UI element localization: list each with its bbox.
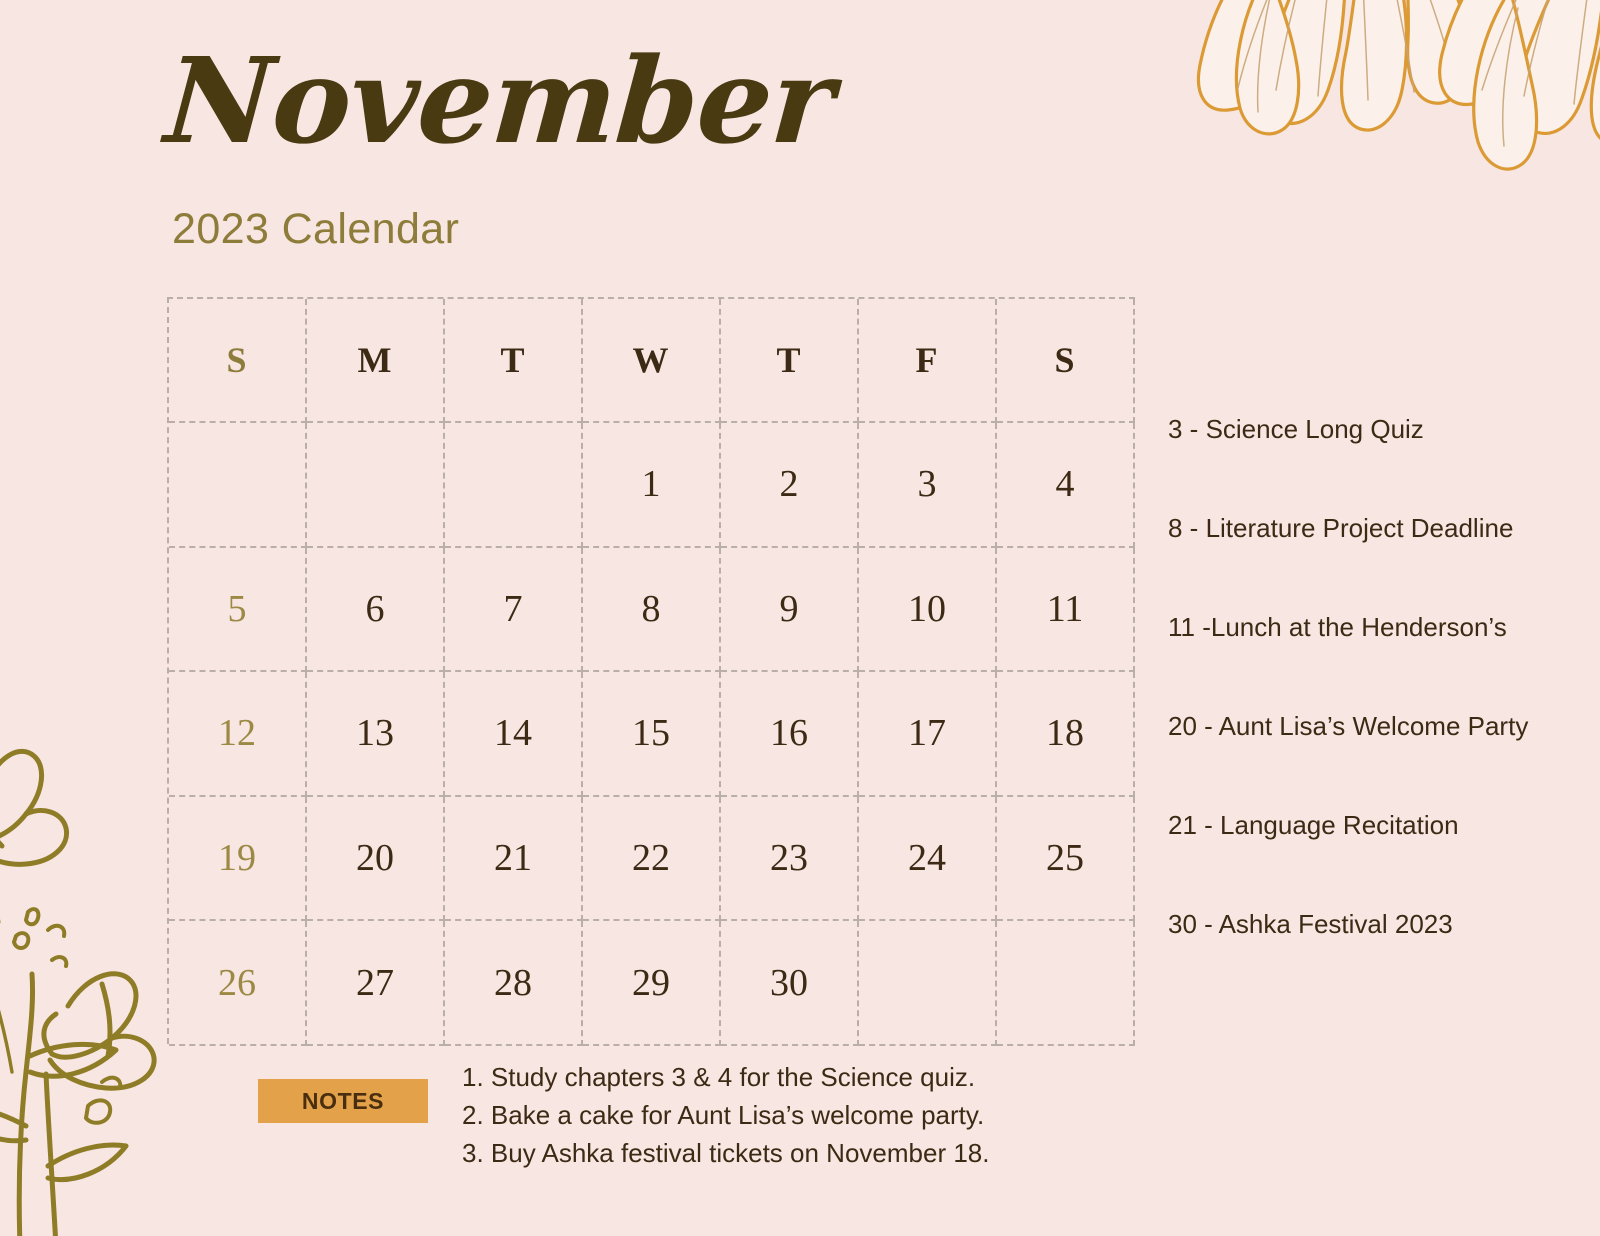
calendar-day-cell[interactable]: 16 xyxy=(721,672,859,797)
day-number: 14 xyxy=(494,712,532,755)
calendar-day-cell[interactable]: 25 xyxy=(997,796,1135,922)
weekday-label: T xyxy=(500,340,526,380)
calendar-day-cell[interactable]: 3 xyxy=(859,423,997,548)
day-number: 20 xyxy=(356,837,394,880)
note-item: 3. Buy Ashka festival tickets on Novembe… xyxy=(462,1138,990,1168)
calendar-empty-cell xyxy=(307,423,445,548)
calendar-day-cell[interactable]: 5 xyxy=(169,547,307,673)
day-number: 22 xyxy=(632,837,670,880)
weekday-label: S xyxy=(1054,340,1076,380)
day-number: 7 xyxy=(503,587,523,630)
weekday-header-cell: T xyxy=(721,299,859,423)
notes-list: 1. Study chapters 3 & 4 for the Science … xyxy=(462,1058,1082,1172)
calendar-day-cell[interactable]: 30 xyxy=(721,921,859,1046)
calendar-empty-cell xyxy=(859,921,997,1046)
event-item: 20 - Aunt Lisa’s Welcome Party xyxy=(1168,711,1529,741)
weekday-header-cell: S xyxy=(169,299,307,423)
event-item: 8 - Literature Project Deadline xyxy=(1168,513,1514,543)
calendar-day-cell[interactable]: 20 xyxy=(307,796,445,922)
calendar-day-cell[interactable]: 12 xyxy=(169,672,307,797)
calendar-day-cell[interactable]: 18 xyxy=(997,672,1135,797)
weekday-label: T xyxy=(776,340,802,380)
weekday-label: M xyxy=(357,340,393,380)
calendar-day-cell[interactable]: 15 xyxy=(583,672,721,797)
events-list: 3 - Science Long Quiz 8 - Literature Proj… xyxy=(1168,412,1588,1006)
weekday-header-cell: W xyxy=(583,299,721,423)
calendar-empty-cell xyxy=(445,423,583,548)
event-item: 11 -Lunch at the Henderson’s xyxy=(1168,612,1507,642)
weekday-header-cell: T xyxy=(445,299,583,423)
calendar-day-cell[interactable]: 28 xyxy=(445,921,583,1046)
day-number: 9 xyxy=(779,587,799,630)
day-number: 23 xyxy=(770,837,808,880)
day-number: 2 xyxy=(779,463,799,506)
weekday-label: S xyxy=(226,340,248,380)
calendar-day-cell[interactable]: 29 xyxy=(583,921,721,1046)
notes-badge: NOTES xyxy=(258,1079,428,1123)
floral-decoration-top-right xyxy=(1196,0,1600,171)
calendar-day-cell[interactable]: 24 xyxy=(859,796,997,922)
day-number: 17 xyxy=(908,712,946,755)
calendar-day-cell[interactable]: 4 xyxy=(997,423,1135,548)
note-item: 2. Bake a cake for Aunt Lisa’s welcome p… xyxy=(462,1100,985,1130)
event-item: 30 - Ashka Festival 2023 xyxy=(1168,909,1453,939)
calendar-day-cell[interactable]: 21 xyxy=(445,796,583,922)
day-number: 18 xyxy=(1046,712,1084,755)
page-title: November xyxy=(161,31,838,170)
day-number: 13 xyxy=(356,712,394,755)
calendar-day-cell[interactable]: 9 xyxy=(721,547,859,673)
day-number: 26 xyxy=(218,961,256,1004)
weekday-label: W xyxy=(632,340,670,380)
calendar-day-cell[interactable]: 17 xyxy=(859,672,997,797)
calendar-day-cell[interactable]: 2 xyxy=(721,423,859,548)
event-item: 21 - Language Recitation xyxy=(1168,810,1459,840)
day-number: 16 xyxy=(770,712,808,755)
day-number: 19 xyxy=(218,837,256,880)
calendar-day-cell[interactable]: 7 xyxy=(445,547,583,673)
day-number: 4 xyxy=(1055,463,1075,506)
calendar-day-cell[interactable]: 11 xyxy=(997,547,1135,673)
day-number: 6 xyxy=(365,587,385,630)
calendar-empty-cell xyxy=(169,423,307,548)
day-number: 3 xyxy=(917,463,937,506)
day-number: 30 xyxy=(770,961,808,1004)
page-subtitle: 2023 Calendar xyxy=(172,205,460,253)
calendar-day-cell[interactable]: 23 xyxy=(721,796,859,922)
day-number: 29 xyxy=(632,961,670,1004)
day-number: 28 xyxy=(494,961,532,1004)
day-number: 21 xyxy=(494,837,532,880)
weekday-header-cell: F xyxy=(859,299,997,423)
calendar-day-cell[interactable]: 27 xyxy=(307,921,445,1046)
day-number: 10 xyxy=(908,587,946,630)
calendar-day-cell[interactable]: 26 xyxy=(169,921,307,1046)
day-number: 25 xyxy=(1046,837,1084,880)
weekday-label: F xyxy=(915,340,939,380)
day-number: 1 xyxy=(641,463,661,506)
day-number: 5 xyxy=(227,587,247,630)
day-number: 27 xyxy=(356,961,394,1004)
calendar-day-cell[interactable]: 14 xyxy=(445,672,583,797)
calendar-day-cell[interactable]: 1 xyxy=(583,423,721,548)
calendar-grid: S M T W T F S 1 2 3 4 5 6 7 8 9 10 11 12 13 14 15 16 17 18 19 20 21… xyxy=(167,297,1135,1046)
note-item: 1. Study chapters 3 & 4 for the Science … xyxy=(462,1062,976,1092)
calendar-day-cell[interactable]: 8 xyxy=(583,547,721,673)
calendar-day-cell[interactable]: 10 xyxy=(859,547,997,673)
weekday-header-cell: M xyxy=(307,299,445,423)
calendar-day-cell[interactable]: 13 xyxy=(307,672,445,797)
day-number: 24 xyxy=(908,837,946,880)
event-item: 3 - Science Long Quiz xyxy=(1168,414,1424,444)
weekday-header-cell: S xyxy=(997,299,1135,423)
calendar-day-cell[interactable]: 19 xyxy=(169,796,307,922)
day-number: 8 xyxy=(641,587,661,630)
calendar-page: November 2023 Calendar SMTWTFS1234567891… xyxy=(0,0,1600,1236)
calendar-day-cell[interactable]: 6 xyxy=(307,547,445,673)
day-number: 11 xyxy=(1046,587,1084,630)
day-number: 15 xyxy=(632,712,670,755)
calendar-empty-cell xyxy=(997,921,1135,1046)
day-number: 12 xyxy=(218,712,256,755)
calendar-day-cell[interactable]: 22 xyxy=(583,796,721,922)
